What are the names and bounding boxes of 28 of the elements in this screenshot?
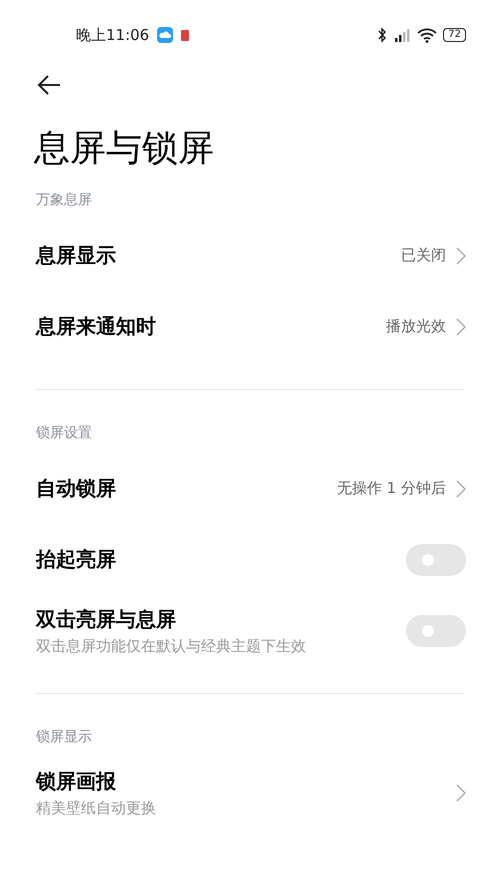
chevron-right-icon: [456, 784, 466, 802]
setting-title[interactable]: 抬起亮屏: [36, 546, 406, 573]
notification-icon: [181, 30, 190, 40]
chevron-right-icon: [456, 480, 466, 498]
setting-title[interactable]: 自动锁屏: [36, 475, 337, 502]
page-title: 息屏与锁屏: [34, 127, 215, 171]
chevron-right-icon: [456, 246, 466, 264]
toggle-switch[interactable]: [406, 544, 466, 576]
setting-title[interactable]: 息屏显示: [36, 242, 401, 269]
section-header: 万象息屏: [35, 191, 93, 210]
setting-title[interactable]: 锁屏画报: [36, 768, 456, 794]
status-time: 晚上11:06: [76, 26, 150, 44]
signal-icon: [393, 27, 412, 43]
setting-value: 播放光效: [386, 317, 446, 336]
setting-description: 双击息屏功能仅在默认与经典主题下生效: [36, 636, 307, 656]
setting-title[interactable]: 双击亮屏与息屏: [36, 606, 406, 632]
setting-title[interactable]: 息屏来通知时: [36, 313, 386, 340]
bluetooth-icon: [377, 27, 388, 43]
setting-value: 无操作 1 分钟后: [336, 479, 446, 498]
battery-indicator: 72: [443, 28, 466, 42]
section-header: 锁屏设置: [35, 424, 93, 443]
setting-value: 已关闭: [401, 246, 446, 265]
toggle-switch[interactable]: [406, 614, 466, 646]
chevron-right-icon: [456, 318, 466, 336]
wifi-icon: [417, 27, 438, 43]
section-header: 锁屏显示: [35, 728, 93, 747]
setting-description: 精美壁纸自动更换: [36, 798, 157, 818]
cloud-app-icon: [157, 27, 174, 43]
